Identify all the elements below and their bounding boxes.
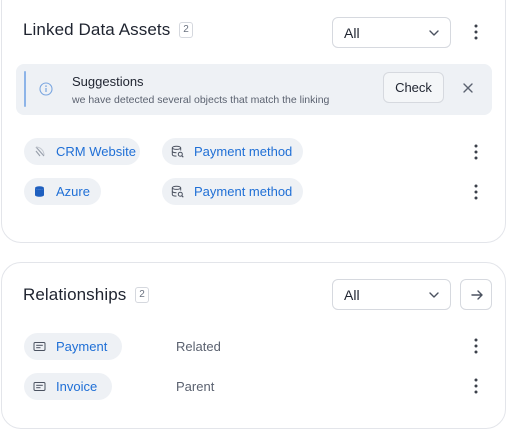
relationship-entity-label: Invoice	[56, 379, 98, 394]
relationship-entity-chip[interactable]: Invoice	[24, 373, 112, 400]
kebab-icon	[474, 24, 478, 40]
relationship-entity-label: Payment	[56, 339, 108, 354]
linked-asset-target-chip[interactable]: Payment method	[162, 138, 303, 165]
suggestion-body: we have detected several objects that ma…	[72, 94, 330, 106]
info-icon	[39, 82, 53, 96]
database-search-icon	[171, 145, 184, 158]
close-icon[interactable]	[462, 82, 474, 94]
suggestion-title: Suggestions	[72, 74, 144, 89]
relationships-title: Relationships	[23, 285, 127, 304]
azure-db-icon	[35, 186, 44, 197]
relationship-row-more-button[interactable]	[468, 336, 484, 356]
linked-data-assets-count: 2	[179, 22, 193, 38]
kebab-icon	[474, 184, 478, 200]
relationships-filter-select[interactable]: All	[332, 279, 451, 310]
relationship-type: Parent	[176, 379, 215, 394]
linked-asset-source-label: Azure	[56, 184, 90, 199]
kebab-icon	[474, 378, 478, 394]
linked-asset-target-label: Payment method	[194, 184, 293, 199]
chevron-down-icon	[429, 30, 439, 36]
relationship-type: Related	[176, 339, 221, 354]
suggestion-accent-bar	[24, 71, 26, 107]
relationship-entity-chip[interactable]: Payment	[24, 333, 122, 360]
kebab-icon	[474, 144, 478, 160]
linked-asset-row-more-button[interactable]	[468, 182, 484, 202]
linked-asset-source-chip[interactable]: CRM Website	[24, 138, 140, 165]
website-icon	[35, 146, 45, 157]
linked-asset-row-more-button[interactable]	[468, 142, 484, 162]
linked-assets-filter-value: All	[344, 25, 360, 41]
linked-asset-target-chip[interactable]: Payment method	[162, 178, 303, 205]
linked-asset-target-label: Payment method	[194, 144, 293, 159]
linked-asset-source-chip[interactable]: Azure	[24, 178, 101, 205]
linked-assets-more-button[interactable]	[468, 22, 484, 42]
relationships-filter-value: All	[344, 287, 360, 303]
relationships-open-button[interactable]	[460, 279, 492, 310]
relationship-row-more-button[interactable]	[468, 376, 484, 396]
relationships-count: 2	[135, 287, 149, 303]
suggestions-banner: Suggestions we have detected several obj…	[16, 64, 492, 115]
linked-data-assets-title: Linked Data Assets	[23, 20, 171, 39]
check-button[interactable]: Check	[383, 72, 444, 103]
entity-card-icon	[33, 342, 46, 351]
chevron-down-icon	[429, 292, 439, 298]
database-search-icon	[171, 185, 184, 198]
kebab-icon	[474, 338, 478, 354]
entity-card-icon	[33, 382, 46, 391]
linked-asset-source-label: CRM Website	[56, 144, 136, 159]
linked-assets-filter-select[interactable]: All	[332, 17, 451, 48]
arrow-right-icon	[471, 290, 483, 300]
